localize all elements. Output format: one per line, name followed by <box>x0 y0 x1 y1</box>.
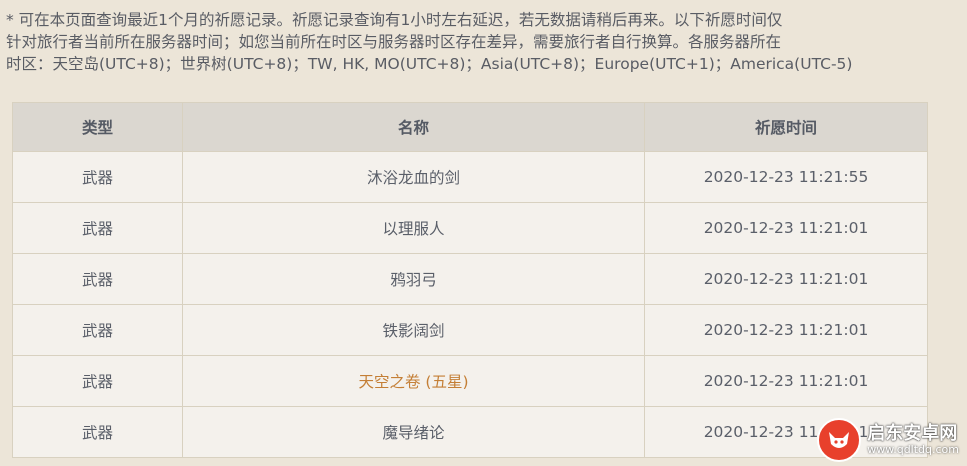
cell-type: 武器 <box>12 202 183 254</box>
header-name: 名称 <box>182 102 645 152</box>
site-watermark: 启东安卓网 www.qdltdq.com <box>817 418 959 462</box>
table-row: 武器 天空之卷 (五星) 2020-12-23 11:21:01 <box>12 355 928 407</box>
cell-name: 鸦羽弓 <box>182 253 645 305</box>
notice-line: * 可在本页面查询最近1个月的祈愿记录。祈愿记录查询有1小时左右延迟，若无数据请… <box>6 11 783 29</box>
cell-time: 2020-12-23 11:21:01 <box>644 202 928 254</box>
watermark-url: www.qdltdq.com <box>867 442 959 456</box>
table-row: 武器 鸦羽弓 2020-12-23 11:21:01 <box>12 253 928 305</box>
cell-name: 沐浴龙血的剑 <box>182 151 645 203</box>
table-header-row: 类型 名称 祈愿时间 <box>12 102 928 152</box>
table-row: 武器 沐浴龙血的剑 2020-12-23 11:21:55 <box>12 151 928 203</box>
cell-type: 武器 <box>12 151 183 203</box>
cell-type: 武器 <box>12 406 183 458</box>
cell-name-five-star: 天空之卷 (五星) <box>182 355 645 407</box>
cell-type: 武器 <box>12 253 183 305</box>
cell-name: 魔导绪论 <box>182 406 645 458</box>
header-type: 类型 <box>12 102 183 152</box>
header-time: 祈愿时间 <box>644 102 928 152</box>
notice-line: 针对旅行者当前所在服务器时间；如您当前所在时区与服务器时区存在差异，需要旅行者自… <box>6 33 782 51</box>
fox-logo-icon <box>817 418 862 462</box>
wish-history-table: 类型 名称 祈愿时间 武器 沐浴龙血的剑 2020-12-23 11:21:55… <box>12 102 928 458</box>
cell-time: 2020-12-23 11:21:55 <box>644 151 928 203</box>
cell-type: 武器 <box>12 355 183 407</box>
cell-time: 2020-12-23 11:21:01 <box>644 253 928 305</box>
cell-name: 铁影阔剑 <box>182 304 645 356</box>
cell-time: 2020-12-23 11:21:01 <box>644 355 928 407</box>
notice-text: * 可在本页面查询最近1个月的祈愿记录。祈愿记录查询有1小时左右延迟，若无数据请… <box>6 9 936 75</box>
watermark-name: 启东安卓网 <box>867 423 958 445</box>
table-row: 武器 铁影阔剑 2020-12-23 11:21:01 <box>12 304 928 356</box>
cell-name: 以理服人 <box>182 202 645 254</box>
notice-line: 时区：天空岛(UTC+8)；世界树(UTC+8)；TW, HK, MO(UTC+… <box>6 55 853 73</box>
table-row: 武器 以理服人 2020-12-23 11:21:01 <box>12 202 928 254</box>
cell-time: 2020-12-23 11:21:01 <box>644 304 928 356</box>
cell-type: 武器 <box>12 304 183 356</box>
table-row: 武器 魔导绪论 2020-12-23 11:21:01 <box>12 406 928 458</box>
